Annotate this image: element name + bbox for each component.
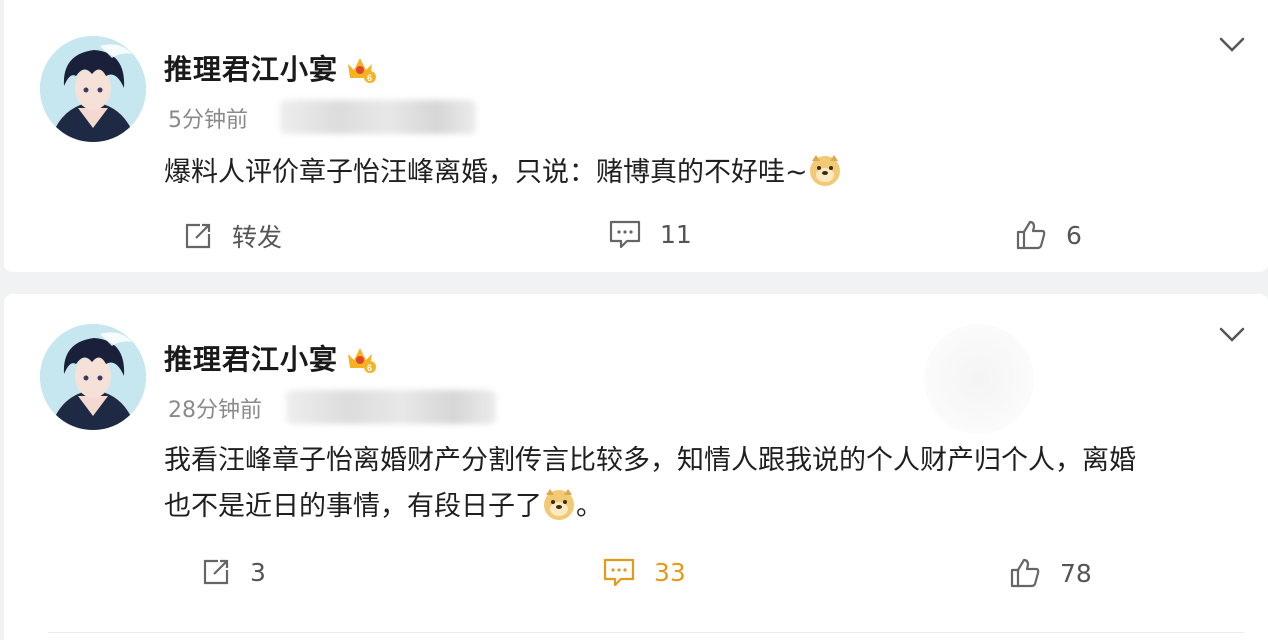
post-card: 推理君江小宴 6 5分钟前 爆料人评价章子怡汪峰离婚，只说：赌博真的不好哇~ 转… xyxy=(4,0,1268,272)
author-name[interactable]: 推理君江小宴 6 xyxy=(164,48,377,88)
like-icon xyxy=(1016,220,1046,250)
blurred-source xyxy=(280,100,476,134)
like-button[interactable]: 78 xyxy=(1008,556,1092,590)
post-card: 推理君江小宴 6 28分钟前 我看汪峰章子怡离婚财产分割传言比较多，知情人跟我说… xyxy=(4,294,1268,640)
avatar[interactable] xyxy=(40,36,146,142)
blurred-watermark xyxy=(924,324,1034,434)
post-time: 5分钟前 xyxy=(168,108,248,133)
comment-icon xyxy=(603,558,635,587)
chevron-down-icon[interactable] xyxy=(1218,326,1246,344)
post-content: 我看汪峰章子怡离婚财产分割传言比较多，知情人跟我说的个人财产归个人，离婚 也不是… xyxy=(164,445,1136,522)
author-name[interactable]: 推理君江小宴 6 xyxy=(164,338,377,378)
like-button[interactable]: 6 xyxy=(1014,218,1082,252)
post-content: 爆料人评价章子怡汪峰离婚，只说：赌博真的不好哇~ xyxy=(164,150,842,196)
vip-crown-badge-icon: 6 xyxy=(344,52,377,84)
post-time: 28分钟前 xyxy=(168,398,262,423)
avatar[interactable] xyxy=(40,324,146,430)
repost-button[interactable]: 3 xyxy=(200,556,266,588)
comment-button[interactable]: 33 xyxy=(602,556,686,588)
vip-crown-badge-icon: 6 xyxy=(344,342,377,374)
repost-icon xyxy=(185,223,211,249)
comment-button[interactable]: 11 xyxy=(608,218,692,250)
repost-button[interactable]: 转发 xyxy=(182,218,282,254)
svg-text:6: 6 xyxy=(367,363,373,373)
doge-emoji-icon xyxy=(808,153,842,187)
blurred-source xyxy=(286,390,496,424)
divider xyxy=(48,632,1244,633)
like-icon xyxy=(1010,558,1040,588)
chevron-down-icon[interactable] xyxy=(1218,36,1246,54)
doge-emoji-icon xyxy=(542,487,576,521)
comment-icon xyxy=(609,220,641,249)
svg-text:6: 6 xyxy=(367,73,373,83)
repost-icon xyxy=(203,559,229,585)
